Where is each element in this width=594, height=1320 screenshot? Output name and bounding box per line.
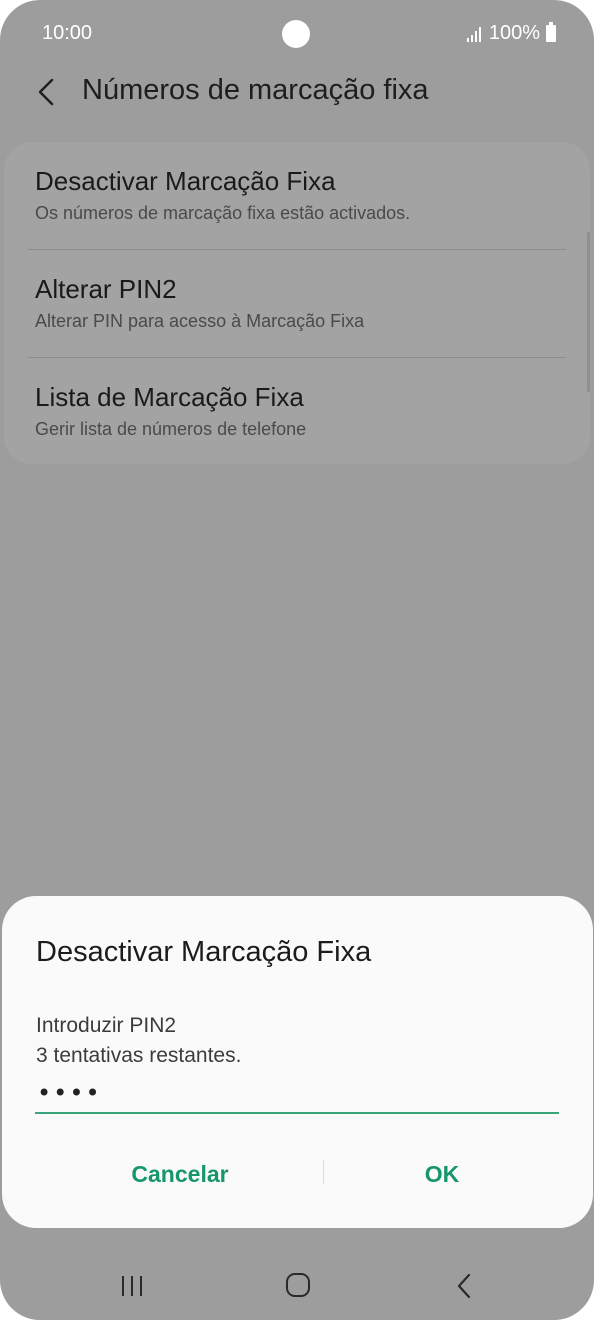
status-time: 10:00 (42, 22, 93, 44)
status-bar: 10:00 100% (0, 0, 594, 68)
settings-item-change-pin2[interactable]: Alterar PIN2 Alterar PIN para acesso à M… (35, 274, 565, 332)
dialog-label: Introduzir PIN2 (36, 1014, 177, 1037)
item-subtitle: Os números de marcação fixa estão activa… (35, 203, 411, 223)
settings-item-disable-fdn[interactable]: Desactivar Marcação Fixa Os números de m… (35, 166, 565, 224)
battery-icon (546, 22, 556, 42)
button-divider (323, 1160, 324, 1184)
navigation-bar (0, 1256, 594, 1316)
item-subtitle: Alterar PIN para acesso à Marcação Fixa (35, 311, 365, 331)
home-icon[interactable] (285, 1272, 311, 1298)
signal-icon (466, 26, 481, 42)
recent-apps-icon[interactable] (120, 1274, 144, 1298)
status-indicators: 100% (466, 22, 556, 45)
cancel-button[interactable]: Cancelar (80, 1152, 280, 1196)
item-title: Desactivar Marcação Fixa (35, 166, 336, 196)
pin2-dialog: Desactivar Marcação Fixa Introduzir PIN2… (2, 896, 593, 1228)
phone-screen: 10:00 100% Números de marcação fixa Desa… (0, 0, 594, 1320)
app-header: Números de marcação fixa (0, 62, 594, 122)
ok-button[interactable]: OK (342, 1152, 542, 1196)
item-subtitle: Gerir lista de números de telefone (35, 419, 307, 439)
nav-back-icon[interactable] (454, 1272, 474, 1300)
battery-percent: 100% (488, 22, 540, 44)
page-title: Números de marcação fixa (82, 74, 429, 106)
divider (28, 249, 566, 250)
settings-item-fdn-list[interactable]: Lista de Marcação Fixa Gerir lista de nú… (35, 382, 565, 440)
item-title: Alterar PIN2 (35, 274, 177, 304)
settings-card: Desactivar Marcação Fixa Os números de m… (4, 142, 590, 464)
chevron-left-icon[interactable] (34, 76, 58, 108)
pin2-input[interactable] (35, 1074, 559, 1114)
divider (28, 357, 566, 358)
camera-cutout (282, 20, 310, 48)
dialog-title: Desactivar Marcação Fixa (36, 936, 372, 968)
attempts-remaining: 3 tentativas restantes. (36, 1044, 242, 1067)
scrollbar[interactable] (587, 232, 590, 392)
item-title: Lista de Marcação Fixa (35, 382, 304, 412)
